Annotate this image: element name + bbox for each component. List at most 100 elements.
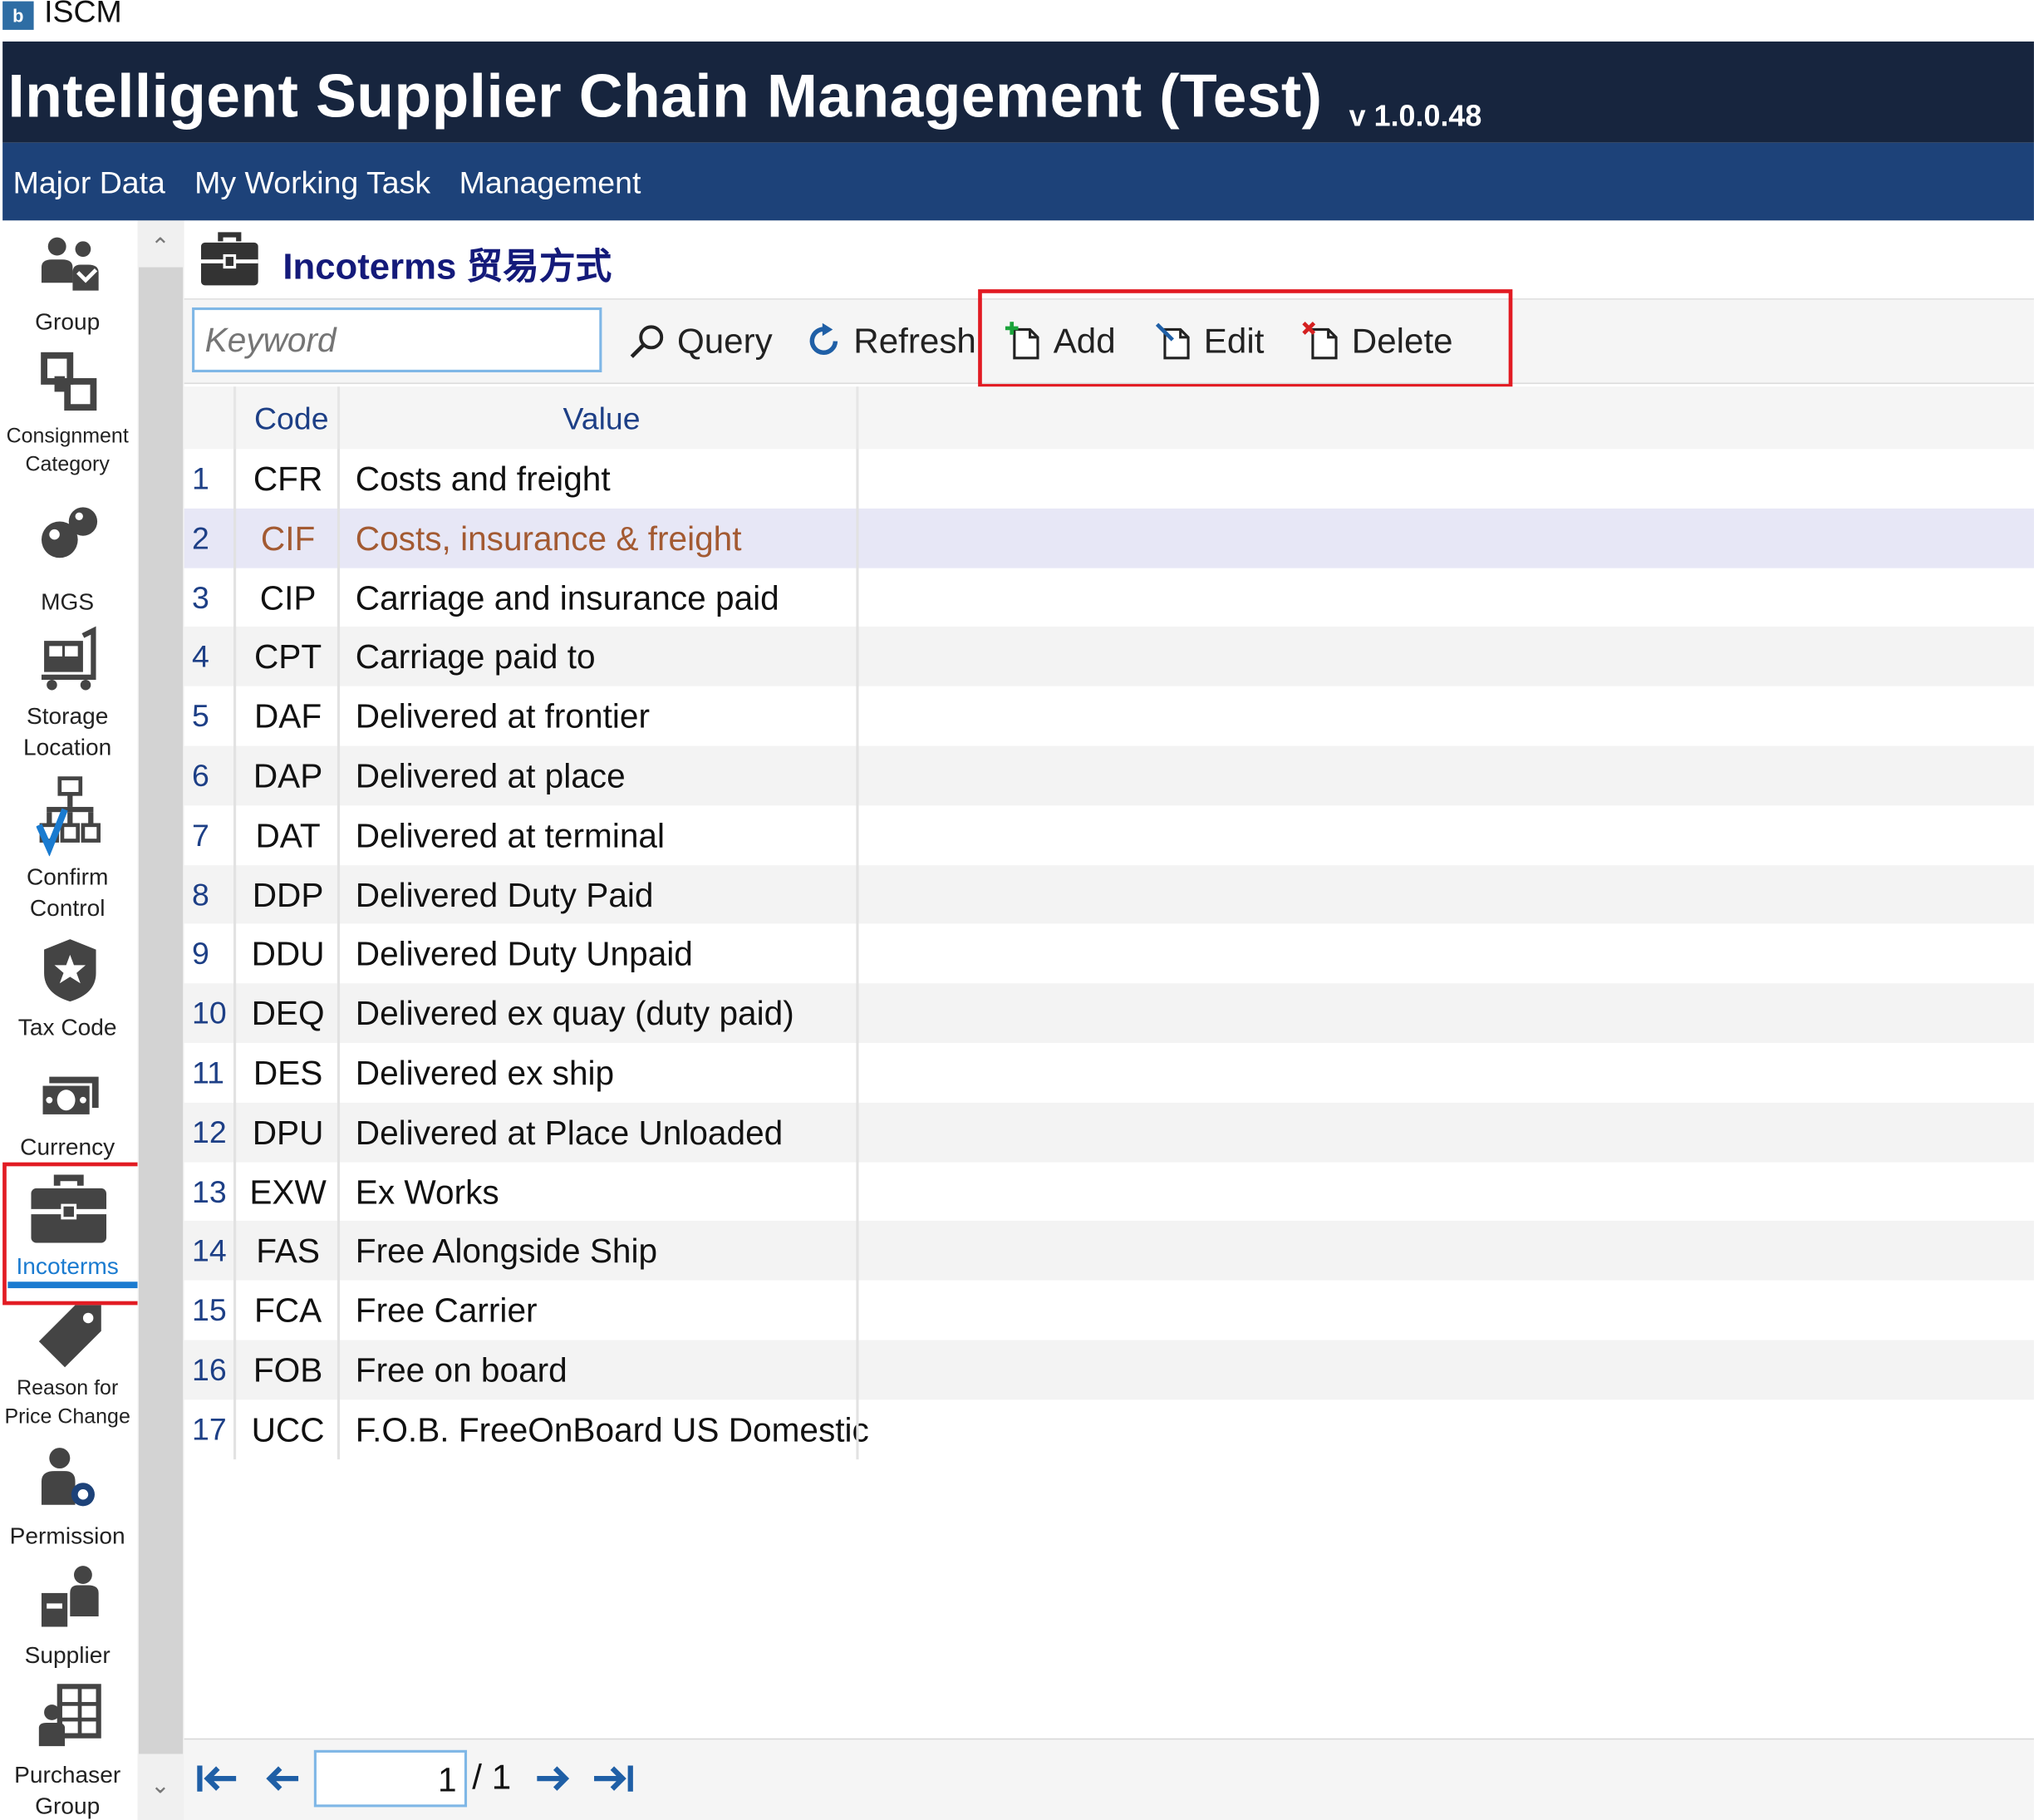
column-separator bbox=[337, 386, 341, 450]
delete-button[interactable]: Delete bbox=[1302, 317, 1453, 364]
table-row[interactable]: 9 DDU Delivered Duty Unpaid bbox=[184, 924, 2034, 984]
add-button[interactable]: Add bbox=[1004, 317, 1116, 364]
table-row[interactable]: 7 DAT Delivered at terminal bbox=[184, 805, 2034, 865]
sidebar-item-reason-for-price-change[interactable]: Reason for Price Change bbox=[2, 1302, 137, 1445]
window-title: ISCM bbox=[44, 0, 122, 30]
row-value: Costs and freight bbox=[355, 459, 611, 499]
next-page-icon[interactable] bbox=[529, 1758, 576, 1799]
sidebar-item-label: MGS bbox=[41, 588, 95, 615]
row-value: Free Alongside Ship bbox=[355, 1231, 658, 1271]
scrollbar-thumb[interactable] bbox=[139, 267, 184, 1754]
row-value: Carriage and insurance paid bbox=[355, 578, 779, 617]
row-number: 3 bbox=[192, 580, 209, 616]
row-number: 9 bbox=[192, 937, 209, 972]
first-page-icon[interactable] bbox=[194, 1758, 241, 1799]
sidebar-item-label: Currency bbox=[20, 1134, 115, 1160]
edit-button[interactable]: Edit bbox=[1154, 317, 1264, 364]
column-header-code[interactable]: Code bbox=[254, 402, 329, 439]
tax-code-icon bbox=[44, 939, 96, 1002]
sidebar-item-label: Group bbox=[35, 308, 101, 335]
scroll-down-icon[interactable]: ⌄ bbox=[150, 1772, 170, 1799]
sidebar-item-label: Supplier bbox=[24, 1642, 111, 1669]
row-number: 14 bbox=[192, 1234, 227, 1270]
table-row[interactable]: 12 DPU Delivered at Place Unloaded bbox=[184, 1102, 2034, 1163]
table-row[interactable]: 11 DES Delivered ex ship bbox=[184, 1043, 2034, 1103]
sidebar-item-incoterms[interactable]: Incoterms bbox=[2, 1168, 137, 1290]
row-value: Free on board bbox=[355, 1350, 567, 1390]
sidebar-item-purchaser-group[interactable]: Purchaser Group bbox=[2, 1684, 137, 1820]
last-page-icon[interactable] bbox=[592, 1758, 638, 1799]
row-code: FOB bbox=[253, 1350, 323, 1390]
column-header-value[interactable]: Value bbox=[563, 402, 641, 439]
row-code: DES bbox=[253, 1053, 323, 1093]
column-gridline bbox=[856, 449, 859, 1459]
refresh-button[interactable]: Refresh bbox=[804, 317, 976, 364]
sidebar-item-consignment-category[interactable]: Consignment Category bbox=[2, 342, 137, 485]
table-row[interactable]: 15 FCA Free Carrier bbox=[184, 1280, 2034, 1340]
row-number: 17 bbox=[192, 1412, 227, 1448]
page-number-input[interactable]: 1 bbox=[313, 1749, 468, 1808]
table-row[interactable]: 17 UCC F.O.B. FreeOnBoard US Domestic bbox=[184, 1399, 2034, 1459]
table-row[interactable]: 10 DEQ Delivered ex quay (duty paid) bbox=[184, 983, 2034, 1044]
add-label: Add bbox=[1053, 321, 1116, 361]
row-code: CPT bbox=[253, 637, 322, 676]
table-row[interactable]: 14 FAS Free Alongside Ship bbox=[184, 1221, 2034, 1281]
app-title: Intelligent Supplier Chain Management (T… bbox=[7, 61, 1323, 130]
sidebar-item-group[interactable]: Group bbox=[2, 220, 137, 340]
briefcase-icon bbox=[200, 232, 258, 286]
query-button[interactable]: Query bbox=[628, 317, 773, 364]
sidebar-item-mgs[interactable]: MGS bbox=[2, 493, 137, 615]
sidebar-item-label: Incoterms bbox=[16, 1252, 119, 1280]
sidebar-item-tax-code[interactable]: Tax Code bbox=[2, 937, 137, 1056]
row-value: Delivered at terminal bbox=[355, 815, 666, 855]
column-gridline bbox=[337, 449, 341, 1459]
menu-major-data[interactable]: Major Data bbox=[13, 166, 165, 203]
menu-my-working-task[interactable]: My Working Task bbox=[194, 166, 430, 203]
sidebar-item-permission[interactable]: Permission bbox=[2, 1445, 137, 1562]
column-separator bbox=[233, 386, 237, 450]
table-row[interactable]: 6 DAP Delivered at place bbox=[184, 745, 2034, 806]
row-number: 5 bbox=[192, 699, 209, 735]
sidebar-item-supplier[interactable]: Supplier bbox=[2, 1565, 137, 1685]
row-code: EXW bbox=[249, 1172, 327, 1212]
keyword-search-input[interactable] bbox=[192, 307, 602, 373]
purchaser-group-icon bbox=[38, 1684, 101, 1747]
sidebar-item-label: Reason for Price Change bbox=[4, 1377, 130, 1429]
sidebar-item-currency[interactable]: Currency bbox=[2, 1059, 137, 1178]
row-code: DEQ bbox=[251, 994, 325, 1033]
row-value: Delivered Duty Paid bbox=[355, 875, 654, 914]
table-row[interactable]: 8 DDP Delivered Duty Paid bbox=[184, 864, 2034, 925]
sidebar-item-label: Tax Code bbox=[17, 1014, 117, 1040]
menu-management[interactable]: Management bbox=[459, 166, 641, 203]
row-value: Delivered ex quay (duty paid) bbox=[355, 994, 794, 1033]
table-row[interactable]: 5 DAF Delivered at frontier bbox=[184, 686, 2034, 746]
window-titlebar: b ISCM bbox=[0, 0, 2034, 42]
table-row[interactable]: 2 CIF Costs, insurance & freight bbox=[184, 508, 2034, 568]
sidebar-scrollbar[interactable]: ⌃ ⌄ bbox=[137, 220, 184, 1820]
sidebar-nav: Group Consignment Category MGS Storage L… bbox=[2, 220, 138, 1820]
sidebar-item-confirm-control[interactable]: Confirm Control bbox=[2, 775, 137, 926]
group-icon bbox=[41, 237, 99, 291]
row-code: DDP bbox=[252, 875, 324, 914]
row-code: DAT bbox=[255, 815, 321, 855]
toolbar: Query Refresh Add bbox=[184, 298, 2034, 385]
row-value: Delivered at Place Unloaded bbox=[355, 1113, 784, 1152]
table-row[interactable]: 1 CFR Costs and freight bbox=[184, 449, 2034, 509]
row-number: 1 bbox=[192, 461, 209, 497]
sidebar-item-storage-location[interactable]: Storage Location bbox=[2, 622, 137, 765]
app-version: v 1.0.0.48 bbox=[1349, 98, 1482, 133]
row-value: F.O.B. FreeOnBoard US Domestic bbox=[355, 1409, 869, 1449]
previous-page-icon[interactable] bbox=[259, 1758, 306, 1799]
table-row[interactable]: 3 CIP Carriage and insurance paid bbox=[184, 568, 2034, 627]
page-total: / 1 bbox=[472, 1758, 512, 1797]
edit-label: Edit bbox=[1203, 321, 1265, 361]
row-code: FCA bbox=[253, 1291, 322, 1331]
row-number: 13 bbox=[192, 1174, 227, 1210]
search-icon bbox=[630, 325, 664, 358]
table-row[interactable]: 16 FOB Free on board bbox=[184, 1340, 2034, 1400]
table-row[interactable]: 13 EXW Ex Works bbox=[184, 1162, 2034, 1222]
scroll-up-icon[interactable]: ⌃ bbox=[150, 234, 170, 261]
row-code: DDU bbox=[251, 934, 325, 974]
row-code: DAF bbox=[253, 696, 322, 736]
table-row[interactable]: 4 CPT Carriage paid to bbox=[184, 627, 2034, 687]
